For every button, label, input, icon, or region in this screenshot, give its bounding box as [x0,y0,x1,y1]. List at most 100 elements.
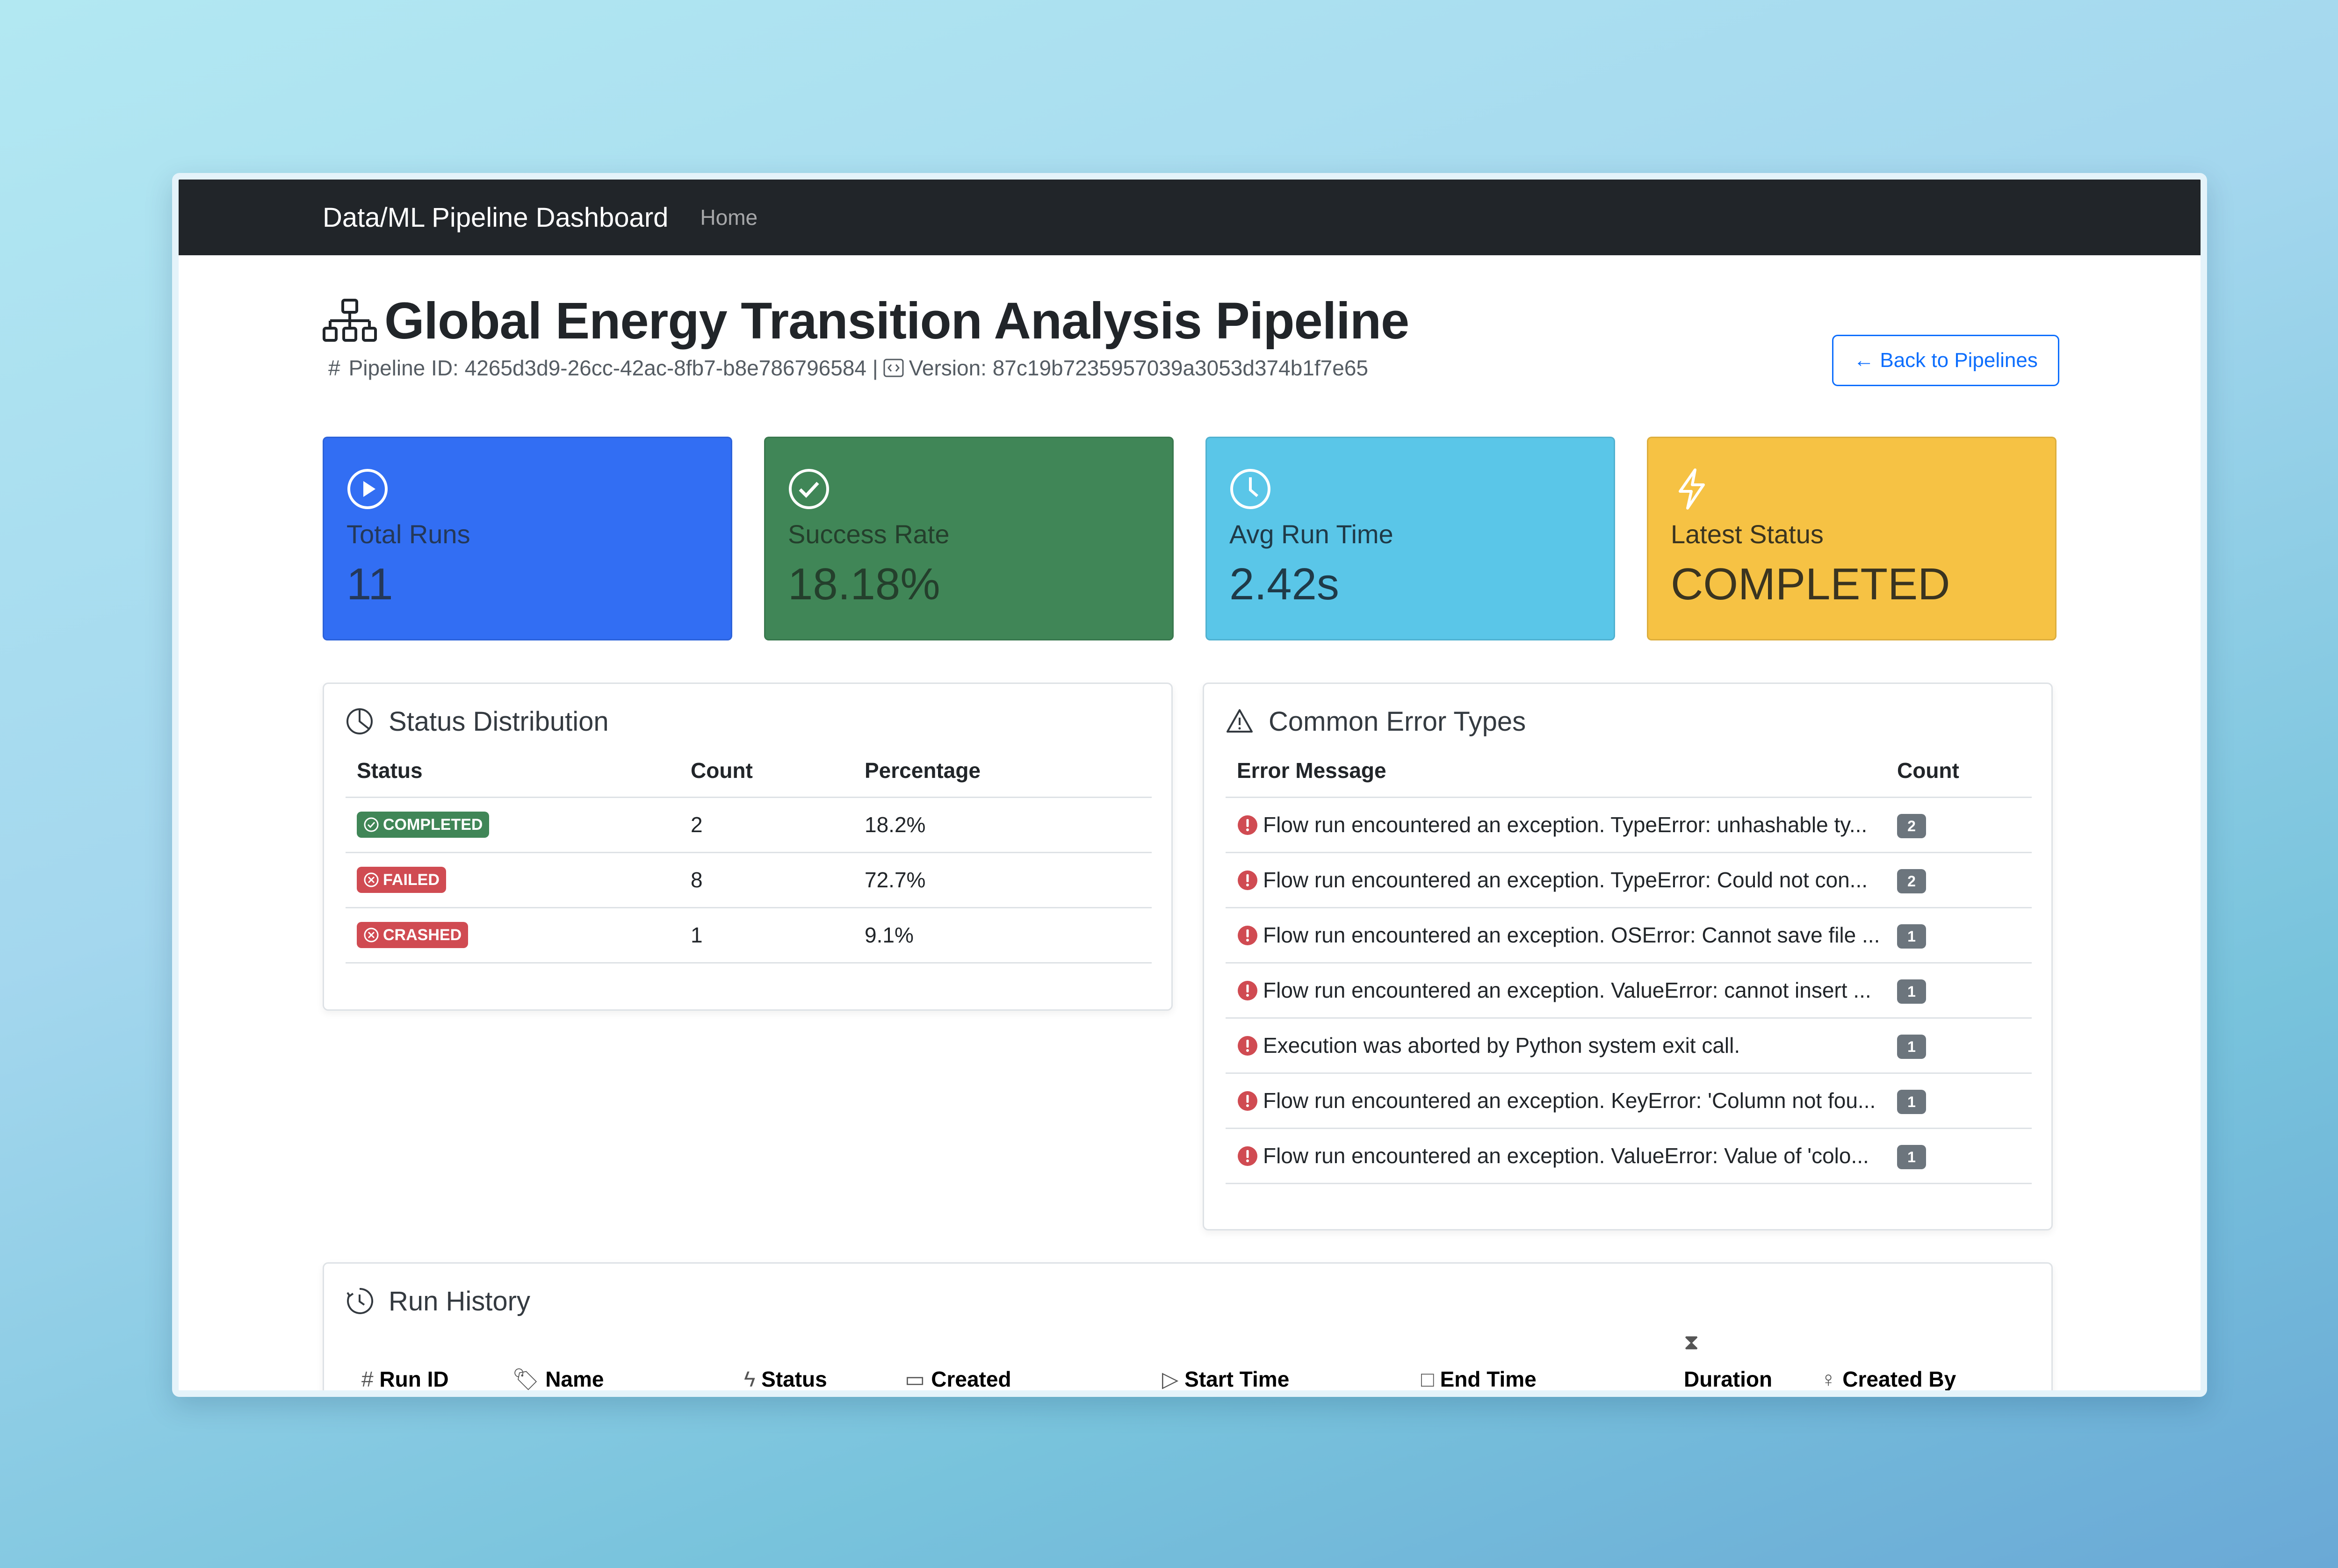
card-value: 11 [346,559,393,609]
x-circle-icon [364,872,379,887]
column-header-run-id[interactable]: # Run ID [361,1367,449,1391]
card-label: Latest Status [1671,519,1824,549]
status-count: 1 [685,906,859,964]
panel-header: Run History [346,1282,2051,1320]
badge-label: CRASHED [383,926,462,944]
panel-title: Run History [389,1286,530,1316]
card-latest-status: Latest Status COMPLETED [1647,437,2057,640]
card-label: Success Rate [788,519,950,549]
status-table: Status Count Percentage COMPLETED 2 18.2… [346,745,1152,964]
error-count-badge: 1 [1897,1035,1926,1059]
card-value: 18.18% [788,559,940,609]
error-count-badge: 2 [1897,814,1926,839]
column-header-duration[interactable]: Duration [1684,1367,1772,1390]
status-count: 8 [685,851,859,907]
page-header: Global Energy Transition Analysis Pipeli… [323,292,2057,350]
run-history-panel: Run History # Run ID 🏷 Name ϟ Status ▭ C… [323,1262,2053,1391]
table-row: Execution was aborted by Python system e… [1226,1017,2032,1073]
card-avg-run-time: Avg Run Time 2.42s [1205,437,1615,640]
errors-table: Error Message Count Flow run encountered… [1226,745,2032,1184]
card-total-runs: Total Runs 11 [323,437,732,640]
exclamation-circle-icon [1238,1036,1257,1056]
table-row: Flow run encountered an exception. KeyEr… [1226,1072,2032,1128]
history-icon [346,1287,374,1314]
column-header-status[interactable]: ϟ Status [744,1367,827,1391]
status-distribution-panel: Status Distribution Status Count Percent… [323,683,1173,1011]
pipeline-meta: # Pipeline ID: 4265d3d9-26cc-42ac-8fb7-b… [323,355,2057,381]
stat-cards: Total Runs 11 Success Rate 18.18% Avg Ru… [323,437,2057,640]
hourglass-icon: ⧗ [1684,1330,1699,1354]
column-header-name[interactable]: 🏷 Name [512,1367,604,1391]
status-count: 2 [685,796,859,852]
status-percentage: 18.2% [859,796,1152,852]
page-title: Global Energy Transition Analysis Pipeli… [384,292,1409,350]
column-header-created-by[interactable]: ♀ Created By [1820,1367,1956,1391]
column-header[interactable]: Count [685,745,859,797]
pipeline-version: Version: 87c19b7235957039a3053d374b1f7e6… [909,356,1368,380]
common-errors-panel: Common Error Types Error Message Count F… [1203,683,2053,1230]
sitemap-icon [323,299,377,342]
lightning-icon: ϟ [744,1367,762,1391]
status-percentage: 72.7% [859,851,1152,907]
nav-link-home[interactable]: Home [700,205,758,230]
panel-header: Common Error Types [1226,703,2051,740]
browser-window: Data/ML Pipeline Dashboard Home Global E… [172,173,2207,1397]
card-value: 2.42s [1229,559,1339,609]
column-header-created[interactable]: ▭ Created [905,1367,1011,1391]
check-circle-icon [364,817,379,832]
error-count-badge: 2 [1897,869,1926,894]
status-badge-crashed: CRASHED [357,922,469,948]
column-header[interactable]: Count [1891,745,2032,797]
x-circle-icon [364,928,379,942]
column-header[interactable]: Status [346,745,685,797]
warning-triangle-icon [1227,709,1253,733]
card-success-rate: Success Rate 18.18% [764,437,1174,640]
error-message: Flow run encountered an exception. KeyEr… [1263,1088,1876,1113]
exclamation-circle-icon [1238,926,1257,945]
table-row: COMPLETED 2 18.2% [346,796,1152,852]
card-value: COMPLETED [1671,559,1950,609]
badge-label: FAILED [383,870,440,889]
run-history-header-row: # Run ID 🏷 Name ϟ Status ▭ Created ▷ Sta… [324,1320,2051,1391]
navbar-brand[interactable]: Data/ML Pipeline Dashboard [323,202,668,233]
exclamation-circle-icon [1238,981,1257,1000]
exclamation-circle-icon [1238,1146,1257,1166]
person-icon: ♀ [1820,1367,1843,1391]
play-icon: ▷ [1162,1367,1185,1391]
table-row: Flow run encountered an exception. TypeE… [1226,796,2032,852]
clock-icon [1230,469,1270,509]
badge-label: COMPLETED [383,815,483,834]
card-label: Avg Run Time [1229,519,1393,549]
error-message: Flow run encountered an exception. TypeE… [1263,868,1868,892]
error-count-badge: 1 [1897,1145,1926,1170]
pie-chart-icon [346,708,373,734]
status-badge-completed: COMPLETED [357,812,490,838]
card-label: Total Runs [346,519,470,549]
table-row: Flow run encountered an exception. Value… [1226,962,2032,1018]
column-header-start-time[interactable]: ▷ Start Time [1162,1367,1289,1391]
error-count-badge: 1 [1897,979,1926,1004]
error-message: Flow run encountered an exception. Value… [1263,978,1871,1002]
code-icon [883,359,904,377]
navbar: Data/ML Pipeline Dashboard Home [179,180,2201,255]
hash-icon: # [328,356,340,380]
back-to-pipelines-button[interactable]: ← Back to Pipelines [1832,335,2059,386]
table-row: Flow run encountered an exception. Value… [1226,1127,2032,1184]
panel-header: Status Distribution [346,703,1171,740]
table-row: Flow run encountered an exception. TypeE… [1226,851,2032,907]
column-header[interactable]: Percentage [859,745,1152,797]
column-header-end-time[interactable]: □ End Time [1421,1367,1537,1390]
main-content: Global Energy Transition Analysis Pipeli… [179,292,2201,640]
status-badge-failed: FAILED [357,867,446,893]
error-message: Execution was aborted by Python system e… [1263,1033,1740,1057]
error-message: Flow run encountered an exception. TypeE… [1263,813,1868,837]
hash-icon: # [361,1367,380,1391]
check-circle-icon [789,469,829,509]
exclamation-circle-icon [1238,815,1257,835]
exclamation-circle-icon [1238,870,1257,890]
column-header[interactable]: Error Message [1226,745,1891,797]
calendar-icon: ▭ [905,1367,931,1391]
tag-icon: 🏷 [512,1367,546,1391]
pipeline-id: Pipeline ID: 4265d3d9-26cc-42ac-8fb7-b8e… [348,356,878,380]
error-message: Flow run encountered an exception. Value… [1263,1144,1869,1168]
